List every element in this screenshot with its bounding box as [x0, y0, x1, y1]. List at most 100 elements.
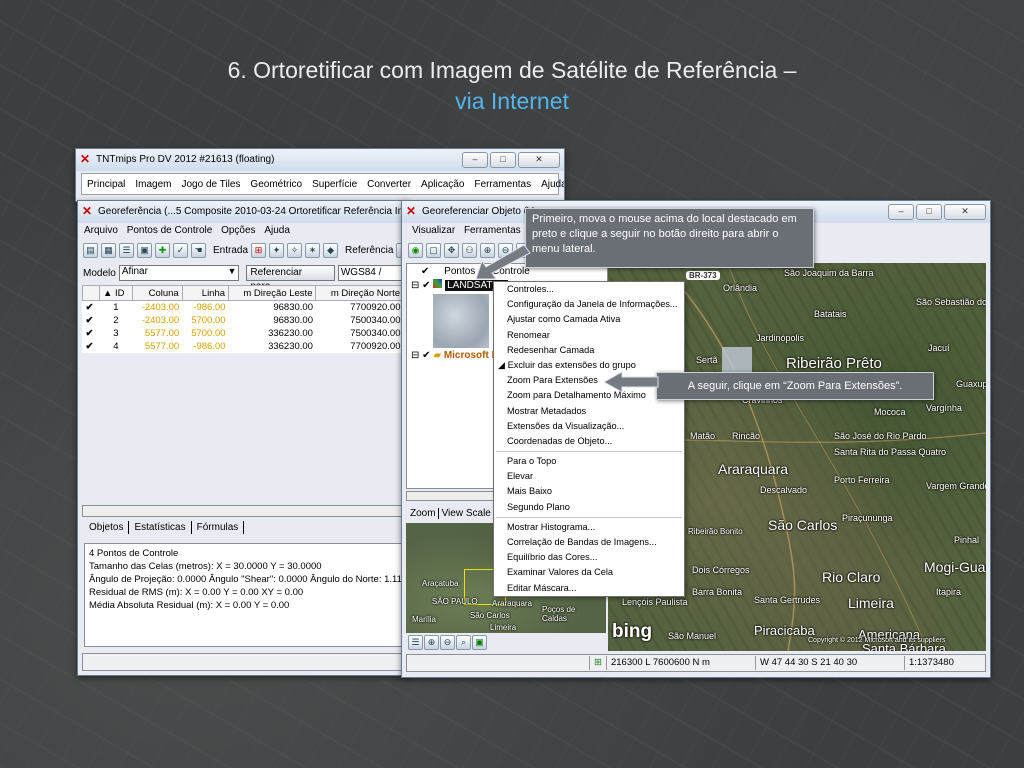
entrada-icon-2[interactable]: ✦: [269, 243, 285, 258]
copy-icon[interactable]: ▣: [137, 243, 152, 258]
menu-arquivo[interactable]: Arquivo: [84, 225, 118, 236]
full-view-icon[interactable]: ▢: [426, 243, 441, 258]
tab-view-scale[interactable]: View Scale: [439, 508, 494, 519]
context-menu-item[interactable]: Editar Máscara...: [494, 581, 684, 596]
check-icon[interactable]: ✔: [83, 340, 100, 353]
context-menu-item[interactable]: Controles...: [494, 282, 684, 297]
context-menu-item[interactable]: Coordenadas de Objeto...: [494, 434, 684, 449]
check-icon[interactable]: ✔: [83, 301, 100, 315]
map-label: Santa Gertrudes: [754, 595, 821, 605]
table-hscrollbar[interactable]: [82, 505, 406, 517]
save-icon[interactable]: ▦: [101, 243, 116, 258]
crosshair-icon: ⊞: [589, 656, 606, 670]
layer-checkbox-icon[interactable]: ✔: [422, 350, 430, 361]
context-menu-item[interactable]: Renomear: [494, 328, 684, 343]
menu-opcoes[interactable]: Opções: [221, 225, 255, 236]
modelo-select-value: Afinar: [121, 266, 148, 277]
context-menu-item[interactable]: Mais Baixo: [494, 484, 684, 499]
georef-titlebar[interactable]: ✕ Georeferência (...5 Composite 2010-03-…: [78, 201, 408, 223]
menu-ferramentas-obj[interactable]: Ferramentas: [464, 225, 521, 236]
table-row[interactable]: ✔ 1 -2403.00 -986.00 96830.00 7700920.00: [83, 301, 404, 315]
layers-icon[interactable]: ☰: [408, 635, 423, 650]
object-maximize-button[interactable]: □: [916, 204, 942, 220]
layer-bing[interactable]: ⊟ ✔ ▰ Microsoft B: [411, 350, 499, 361]
maximize-button[interactable]: □: [490, 152, 516, 168]
map-icon[interactable]: ▣: [472, 635, 487, 650]
magnifier-icon[interactable]: ⌕: [456, 635, 471, 650]
referenciar-button[interactable]: Referenciar para...: [246, 265, 335, 292]
close-button[interactable]: ✕: [518, 152, 560, 168]
list-icon[interactable]: ☰: [119, 243, 134, 258]
expand-icon[interactable]: ⊟: [411, 350, 419, 361]
context-menu-item[interactable]: Extensões da Visualização...: [494, 419, 684, 434]
tab-estatisticas[interactable]: Estatísticas: [129, 521, 192, 534]
col-header-leste[interactable]: m Direção Leste: [228, 285, 317, 301]
menu-ajuda[interactable]: Ajuda: [536, 179, 564, 190]
object-close-button[interactable]: ✕: [944, 204, 986, 220]
object-minimize-button[interactable]: –: [888, 204, 914, 220]
accept-icon[interactable]: ✓: [173, 243, 188, 258]
zoom-out-icon[interactable]: ⊖: [440, 635, 455, 650]
redraw-icon[interactable]: ◉: [408, 243, 423, 258]
zoom-in-icon[interactable]: ⊕: [424, 635, 439, 650]
check-icon[interactable]: ✔: [83, 327, 100, 340]
menu-converter[interactable]: Converter: [362, 179, 416, 190]
context-menu-item[interactable]: Elevar: [494, 469, 684, 484]
tag-icon[interactable]: ◆: [323, 243, 339, 258]
entrada-icon-3[interactable]: ✧: [287, 243, 303, 258]
add-point-icon[interactable]: ✚: [155, 243, 170, 258]
object-title: Georeferenciar Objeto (V: [422, 206, 534, 217]
col-header-norte[interactable]: m Direção Norte: [315, 285, 404, 301]
minimize-button[interactable]: –: [462, 152, 488, 168]
context-menu-item[interactable]: Ajustar como Camada Ativa: [494, 312, 684, 327]
menu-superficie[interactable]: Superfície: [307, 179, 362, 190]
table-row[interactable]: ✔ 4 5577.00 -986.00 336230.00 7700920.00: [83, 340, 404, 353]
menu-ferramentas[interactable]: Ferramentas: [469, 179, 536, 190]
context-menu-item[interactable]: Equilíbrio das Cores...: [494, 550, 684, 565]
context-menu-item[interactable]: Mostrar Metadados: [494, 404, 684, 419]
statistics-panel: 4 Pontos de Controle Tamanho das Celas (…: [84, 543, 408, 647]
projection-field[interactable]: WGS84 / UTM zo: [337, 265, 408, 281]
context-menu-item[interactable]: Mostrar Histograma...: [494, 520, 684, 535]
map-label: Limeira: [848, 595, 894, 611]
col-header-linha[interactable]: Linha: [181, 285, 230, 301]
tab-zoom[interactable]: Zoom: [408, 508, 439, 519]
hand-icon[interactable]: ☚: [191, 243, 206, 258]
menu-geometrico[interactable]: Geométrico: [245, 179, 307, 190]
open-icon[interactable]: ▤: [83, 243, 98, 258]
menu-imagem[interactable]: Imagem: [130, 179, 176, 190]
context-menu-item[interactable]: Examinar Valores da Cela: [494, 565, 684, 580]
modelo-select[interactable]: Afinar ▼: [118, 265, 240, 281]
entrada-icon-1[interactable]: ⊞: [251, 243, 267, 258]
menu-visualizar[interactable]: Visualizar: [412, 225, 455, 236]
layer-checkbox-icon[interactable]: ✔: [421, 266, 429, 277]
map-label: São José do Rio Pardo: [834, 431, 927, 441]
menu-pontos-de-controle[interactable]: Pontos de Controle: [127, 225, 213, 236]
context-menu-item[interactable]: Correlação de Bandas de Imagens...: [494, 535, 684, 550]
context-menu-item[interactable]: Configuração da Janela de Informações...: [494, 297, 684, 312]
tntmips-titlebar[interactable]: ✕ TNTmips Pro DV 2012 #21613 (floating) …: [76, 149, 564, 171]
menu-jogo-de-tiles[interactable]: Jogo de Tiles: [176, 179, 245, 190]
menu-principal[interactable]: Principal: [82, 179, 130, 190]
table-row[interactable]: ✔ 3 5577.00 5700.00 336230.00 7500340.00: [83, 327, 404, 340]
menu-ajuda-georef[interactable]: Ajuda: [264, 225, 290, 236]
context-menu-item[interactable]: Segundo Plano: [494, 500, 684, 515]
tab-formulas[interactable]: Fórmulas: [192, 521, 245, 534]
tab-objetos[interactable]: Objetos: [84, 521, 130, 534]
col-header-coluna[interactable]: Coluna: [131, 285, 183, 301]
check-icon[interactable]: ✔: [83, 314, 100, 327]
map-label: Orlândia: [723, 283, 758, 293]
cell-norte: 7500340.00: [350, 328, 401, 339]
table-row[interactable]: ✔ 2 -2403.00 5700.00 96830.00 7500340.00: [83, 314, 404, 327]
map-label: São Carlos: [768, 517, 838, 533]
layer-checkbox-icon[interactable]: ✔: [422, 280, 430, 291]
col-header-id[interactable]: ▲ ID: [99, 285, 133, 301]
menu-aplicacao[interactable]: Aplicação: [416, 179, 469, 190]
map-copyright: Copyright © 2012 Microsoft and its suppl…: [808, 637, 946, 644]
context-menu-item[interactable]: Para o Topo: [494, 454, 684, 469]
expand-icon[interactable]: ⊟: [411, 280, 419, 291]
context-menu-item[interactable]: Redesenhar Camada: [494, 343, 684, 358]
pan-icon[interactable]: ✥: [444, 243, 459, 258]
object-statusbar: ⊞ 216300 L 7600600 N m W 47 44 30 S 21 4…: [406, 654, 986, 672]
entrada-icon-4[interactable]: ✶: [305, 243, 321, 258]
